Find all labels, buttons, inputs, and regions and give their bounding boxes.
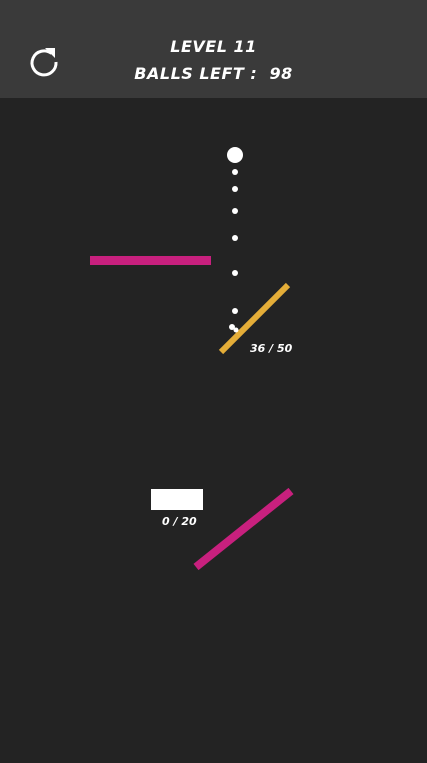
ball xyxy=(233,327,239,333)
game-field[interactable] xyxy=(0,0,427,763)
pink-horizontal-bar xyxy=(90,256,211,265)
balls-left-indicator: BALLS LEFT : 98 xyxy=(0,64,427,83)
ball-spawner xyxy=(227,147,243,163)
level-label: LEVEL 11 xyxy=(170,37,257,56)
ball xyxy=(232,235,238,241)
ball xyxy=(232,169,238,175)
bucket-counter-white: 0 / 20 xyxy=(162,515,197,528)
balls-left-label: BALLS LEFT : xyxy=(134,64,258,83)
ball xyxy=(232,208,238,214)
balls-left-value: 98 xyxy=(269,64,293,83)
balls-left-spacer xyxy=(257,64,269,83)
game-screen[interactable]: LEVEL 11 BALLS LEFT : 98 36 / 50 0 / 20 xyxy=(0,0,427,763)
pink-tilted-bar xyxy=(193,487,294,571)
white-bucket-box xyxy=(151,489,203,510)
ball xyxy=(232,186,238,192)
ball xyxy=(232,270,238,276)
ball xyxy=(232,308,238,314)
bucket-counter-yellow: 36 / 50 xyxy=(250,342,293,355)
